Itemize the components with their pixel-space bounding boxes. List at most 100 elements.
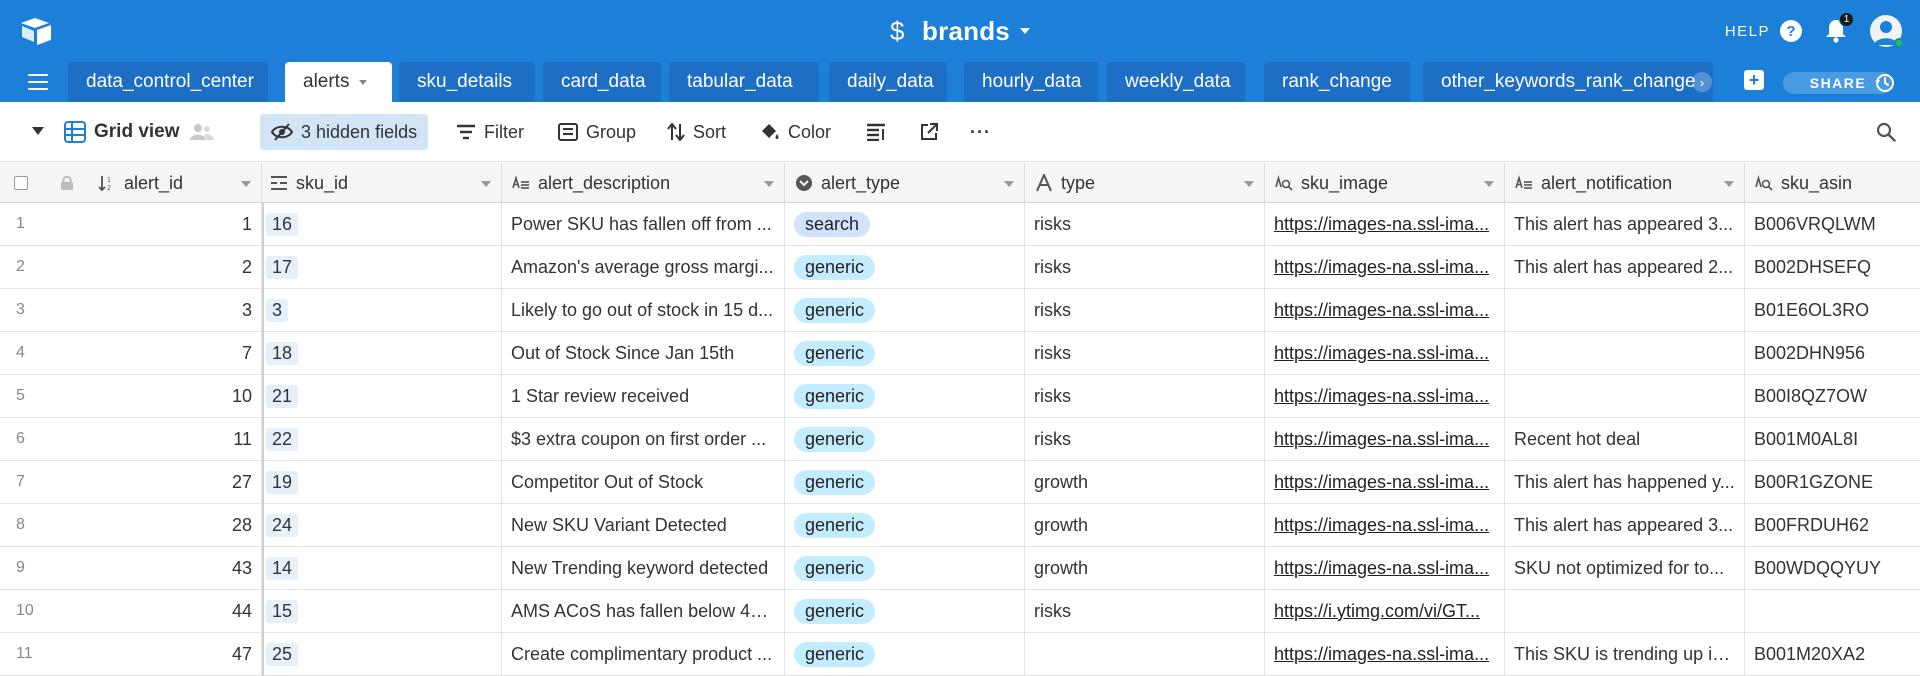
cell-sku-image[interactable]: https://images-na.ssl-ima... [1265,461,1505,503]
cell-alert-id[interactable]: 2 [90,246,262,288]
cell-alert-id[interactable]: 28 [90,504,262,546]
linked-record-chip[interactable]: 22 [266,427,299,451]
table-row[interactable]: 6 11 22 $3 extra coupon on first order ... g… [0,418,1920,461]
cell-alert-notification[interactable]: This alert has appeared 3... [1505,203,1745,245]
cell-type[interactable] [1025,633,1265,675]
cell-alert-notification[interactable]: Recent hot deal [1505,418,1745,460]
cell-alert-description[interactable]: New Trending keyword detected [502,547,785,589]
cell-sku-image[interactable]: https://images-na.ssl-ima... [1265,504,1505,546]
linked-record-chip[interactable]: 17 [266,255,299,279]
cell-alert-notification[interactable] [1505,289,1745,331]
cell-alert-id[interactable]: 27 [90,461,262,503]
linked-record-chip[interactable]: 25 [266,642,299,666]
cell-alert-notification[interactable] [1505,590,1745,632]
cell-type[interactable]: growth [1025,547,1265,589]
tab-tabular-data[interactable]: tabular_data [669,62,819,102]
help-icon[interactable]: ? [1780,20,1802,42]
tab-other-keywords-rank-change[interactable]: other_keywords_rank_change [1423,62,1713,102]
cell-alert-id[interactable]: 47 [90,633,262,675]
chevron-down-icon[interactable] [241,181,251,187]
cell-sku-image[interactable]: https://images-na.ssl-ima... [1265,203,1505,245]
cell-alert-id[interactable]: 7 [90,332,262,374]
cell-sku-id[interactable]: 19 [262,461,502,503]
cell-alert-type[interactable]: generic [785,547,1025,589]
cell-sku-asin[interactable]: B006VRQLWM [1745,203,1920,245]
column-header-alert-notification[interactable]: alert_notification [1505,163,1745,203]
cell-sku-image[interactable]: https://images-na.ssl-ima... [1265,246,1505,288]
tab-daily-data[interactable]: daily_data [829,62,947,102]
column-header-alert-id[interactable]: 1 2 alert_id [90,163,262,203]
sort-button[interactable]: Sort [667,114,726,150]
cell-alert-type[interactable]: search [785,203,1025,245]
table-row[interactable]: 11 47 25 Create complimentary product ... ge… [0,633,1920,676]
url-link[interactable]: https://images-na.ssl-ima... [1274,300,1495,321]
cell-sku-asin[interactable]: B002DHN956 [1745,332,1920,374]
base-name[interactable]: brands [922,16,1010,47]
share-view-button[interactable] [920,114,946,150]
add-table-icon[interactable]: + [1744,70,1764,90]
cell-sku-image[interactable]: https://images-na.ssl-ima... [1265,289,1505,331]
cell-type[interactable]: growth [1025,504,1265,546]
linked-record-chip[interactable]: 21 [266,384,299,408]
cell-alert-notification[interactable] [1505,375,1745,417]
cell-type[interactable]: risks [1025,203,1265,245]
cell-sku-id[interactable]: 22 [262,418,502,460]
cell-sku-asin[interactable]: B00FRDUH62 [1745,504,1920,546]
cell-type[interactable]: growth [1025,461,1265,503]
cell-sku-image[interactable]: https://i.ytimg.com/vi/GT... [1265,590,1505,632]
cell-sku-image[interactable]: https://images-na.ssl-ima... [1265,332,1505,374]
cell-sku-id[interactable]: 24 [262,504,502,546]
tab-sku-details[interactable]: sku_details [399,62,535,102]
url-link[interactable]: https://i.ytimg.com/vi/GT... [1274,601,1495,622]
chevron-down-icon[interactable] [1019,28,1030,34]
color-button[interactable]: Color [760,114,831,150]
column-header-alert-type[interactable]: alert_type [785,163,1025,203]
frozen-column-divider[interactable] [262,203,264,676]
cell-sku-asin[interactable]: B001M20XA2 [1745,633,1920,675]
table-row[interactable]: 10 44 15 AMS ACoS has fallen below 40... gen… [0,590,1920,633]
cell-alert-description[interactable]: 1 Star review received [502,375,785,417]
cell-sku-image[interactable]: https://images-na.ssl-ima... [1265,375,1505,417]
tab-alerts[interactable]: alerts [285,62,392,102]
chevron-down-icon[interactable] [1244,181,1254,187]
table-row[interactable]: 7 27 19 Competitor Out of Stock generic growt… [0,461,1920,504]
cell-sku-id[interactable]: 18 [262,332,502,374]
cell-alert-id[interactable]: 3 [90,289,262,331]
cell-sku-asin[interactable]: B002DHSEFQ [1745,246,1920,288]
cell-sku-id[interactable]: 15 [262,590,502,632]
cell-alert-description[interactable]: Competitor Out of Stock [502,461,785,503]
cell-type[interactable]: risks [1025,332,1265,374]
cell-sku-id[interactable]: 25 [262,633,502,675]
cell-alert-description[interactable]: Amazon's average gross margi... [502,246,785,288]
tab-weekly-data[interactable]: weekly_data [1107,62,1245,102]
linked-record-chip[interactable]: 18 [266,341,299,365]
url-link[interactable]: https://images-na.ssl-ima... [1274,558,1495,579]
history-icon[interactable] [1874,72,1896,94]
cell-type[interactable]: risks [1025,418,1265,460]
linked-record-chip[interactable]: 3 [266,298,289,322]
cell-alert-description[interactable]: Out of Stock Since Jan 15th [502,332,785,374]
help-label[interactable]: HELP [1725,23,1770,40]
cell-alert-id[interactable]: 1 [90,203,262,245]
cell-alert-description[interactable]: Power SKU has fallen off from ... [502,203,785,245]
tab-hourly-data[interactable]: hourly_data [964,62,1098,102]
cell-sku-asin[interactable]: B00I8QZ7OW [1745,375,1920,417]
hidden-fields-button[interactable]: 3 hidden fields [260,114,429,150]
cell-alert-id[interactable]: 43 [90,547,262,589]
cell-alert-description[interactable]: Likely to go out of stock in 15 d... [502,289,785,331]
cell-alert-notification[interactable]: This alert has happened y... [1505,461,1745,503]
linked-record-chip[interactable]: 24 [266,513,299,537]
url-link[interactable]: https://images-na.ssl-ima... [1274,386,1495,407]
column-header-type[interactable]: type [1025,163,1265,203]
cell-sku-asin[interactable] [1745,590,1920,632]
cell-alert-type[interactable]: generic [785,332,1025,374]
cell-alert-type[interactable]: generic [785,590,1025,632]
linked-record-chip[interactable]: 16 [266,212,299,236]
collaborators-icon[interactable] [189,123,214,141]
group-button[interactable]: Group [558,114,636,150]
cell-sku-image[interactable]: https://images-na.ssl-ima... [1265,547,1505,589]
url-link[interactable]: https://images-na.ssl-ima... [1274,472,1495,493]
linked-record-chip[interactable]: 15 [266,599,299,623]
cell-sku-asin[interactable]: B001M0AL8I [1745,418,1920,460]
tabs-scroll-right-icon[interactable]: › [1692,72,1712,92]
